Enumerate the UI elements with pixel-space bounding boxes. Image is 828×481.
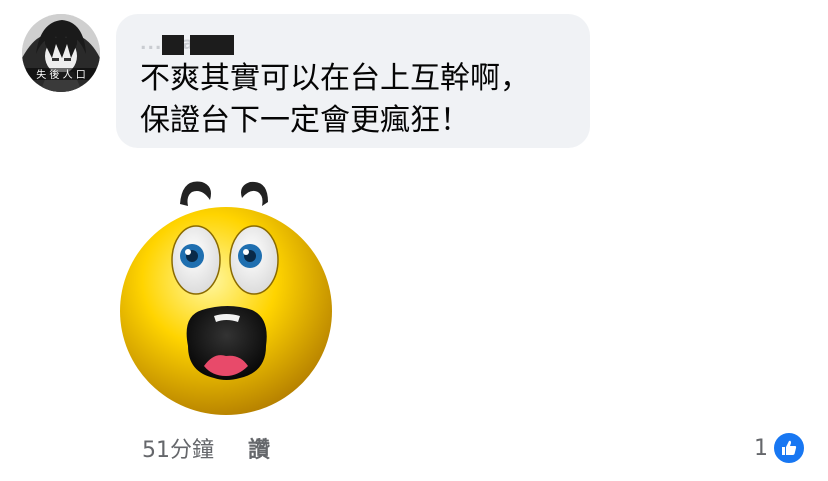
comment-text-line-1: 不爽其實可以在台上互幹啊， [140,61,530,96]
reaction-count: 1 [754,435,768,461]
like-button[interactable]: 讚 [248,432,270,464]
avatar[interactable]: 失 後 人 口 [22,14,100,92]
redaction-block [162,35,184,55]
author-name-redaction [162,34,234,56]
comment-timestamp[interactable]: 51分鐘 [142,432,214,464]
redaction-block [190,35,234,55]
comment-author[interactable]: ...ujam [140,28,566,58]
comment-bubble: ...ujam 不爽其實可以在台上互幹啊， 保證台下一定會更瘋狂！ [116,14,590,148]
shocked-face-icon [118,176,336,416]
avatar-portrait-icon: 失 後 人 口 [22,14,100,92]
comment-text-line-2: 保證台下一定會更瘋狂！ [140,103,470,138]
comment-container: 失 後 人 口 ...ujam 不爽其實可以在台上互幹啊， 保證台下一定會更瘋狂… [0,0,828,481]
thumbs-up-icon [772,431,806,465]
reaction-summary[interactable]: 1 [754,428,806,468]
comment-meta: 51分鐘 讚 [142,428,270,468]
svg-text:失 後 人 口: 失 後 人 口 [36,68,86,81]
